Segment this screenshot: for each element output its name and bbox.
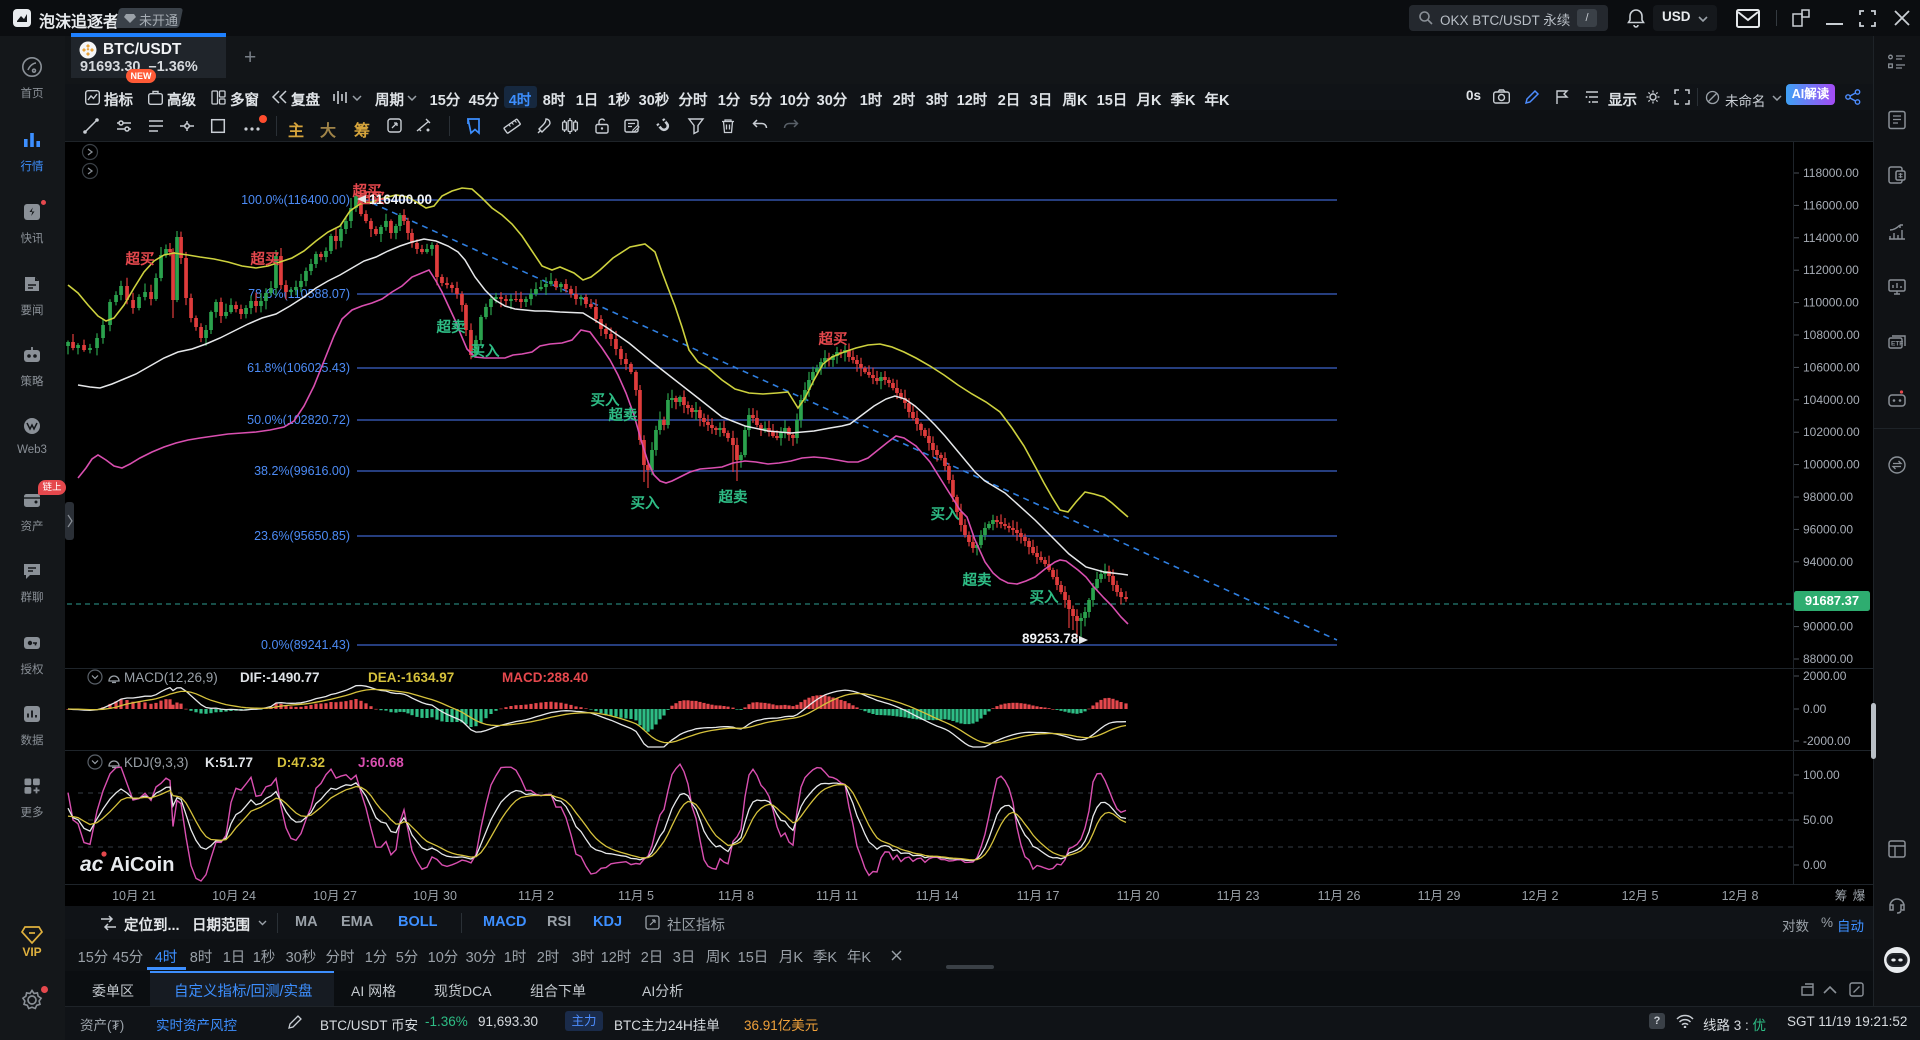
svg-text:超卖: 超卖 <box>718 488 748 506</box>
svg-text:11月 29: 11月 29 <box>1418 889 1461 903</box>
svg-text:K:51.77: K:51.77 <box>205 755 253 770</box>
svg-text:12月 5: 12月 5 <box>1622 889 1659 903</box>
svg-text:89253.78: 89253.78 <box>1022 631 1079 646</box>
svg-text:J:60.68: J:60.68 <box>358 755 404 770</box>
svg-text:11月 5: 11月 5 <box>618 889 654 903</box>
svg-text:筹: 筹 <box>1835 888 1848 903</box>
svg-text:11月 8: 11月 8 <box>718 889 754 903</box>
svg-text:2000.00: 2000.00 <box>1803 669 1847 683</box>
svg-text:11月 2: 11月 2 <box>518 889 554 903</box>
svg-text:88000.00: 88000.00 <box>1803 652 1853 666</box>
svg-text:KDJ(9,3,3): KDJ(9,3,3) <box>124 755 189 770</box>
svg-text:0.00: 0.00 <box>1803 702 1827 716</box>
svg-text:11月 11: 11月 11 <box>816 889 858 903</box>
svg-text:11月 17: 11月 17 <box>1017 889 1060 903</box>
svg-text:超买: 超买 <box>250 250 280 268</box>
svg-text:12月 2: 12月 2 <box>1522 889 1559 903</box>
svg-text:100.0%(116400.00): 100.0%(116400.00) <box>241 193 350 207</box>
svg-text:买入: 买入 <box>1030 589 1059 606</box>
svg-text:MACD(12,26,9): MACD(12,26,9) <box>124 670 218 685</box>
svg-text:100.00: 100.00 <box>1803 768 1840 782</box>
svg-text:DEA:-1634.97: DEA:-1634.97 <box>368 670 454 685</box>
svg-text:110000.00: 110000.00 <box>1803 296 1859 310</box>
svg-text:106000.00: 106000.00 <box>1803 360 1860 374</box>
svg-text:0.00: 0.00 <box>1803 858 1827 872</box>
svg-text:买入: 买入 <box>631 495 660 512</box>
svg-text:10月 27: 10月 27 <box>313 889 357 903</box>
svg-text:D:47.32: D:47.32 <box>277 755 325 770</box>
svg-text:50.00: 50.00 <box>1803 813 1833 827</box>
svg-text:102000.00: 102000.00 <box>1803 425 1860 439</box>
svg-text:11月 14: 11月 14 <box>916 889 959 903</box>
svg-text:超卖: 超卖 <box>436 318 466 336</box>
svg-text:116400.00: 116400.00 <box>369 192 432 207</box>
svg-text:-2000.00: -2000.00 <box>1803 734 1851 748</box>
svg-text:104000.00: 104000.00 <box>1803 393 1860 407</box>
svg-text:10月 21: 10月 21 <box>112 889 156 903</box>
svg-text:96000.00: 96000.00 <box>1803 522 1853 536</box>
svg-text:AiCoin: AiCoin <box>110 854 174 876</box>
svg-text:116000.00: 116000.00 <box>1803 198 1859 212</box>
svg-text:91687.37: 91687.37 <box>1805 593 1859 608</box>
svg-text:超卖: 超卖 <box>962 571 992 589</box>
svg-text:买入: 买入 <box>931 506 960 523</box>
svg-text:78.6%(110588.07): 78.6%(110588.07) <box>248 287 350 301</box>
svg-text:ac: ac <box>80 853 104 876</box>
svg-text:爆: 爆 <box>1853 889 1866 903</box>
svg-text:94000.00: 94000.00 <box>1803 555 1853 569</box>
svg-text:10月 30: 10月 30 <box>413 889 457 903</box>
svg-text:108000.00: 108000.00 <box>1803 328 1860 342</box>
svg-text:112000.00: 112000.00 <box>1803 263 1859 277</box>
svg-text:超买: 超买 <box>818 330 848 348</box>
svg-text:114000.00: 114000.00 <box>1803 231 1859 245</box>
svg-text:买入: 买入 <box>471 343 500 360</box>
svg-text:118000.00: 118000.00 <box>1803 166 1859 180</box>
svg-text:10月 24: 10月 24 <box>212 889 256 903</box>
svg-text:98000.00: 98000.00 <box>1803 490 1853 504</box>
svg-text:90000.00: 90000.00 <box>1803 620 1853 634</box>
svg-text:11月 23: 11月 23 <box>1217 889 1260 903</box>
svg-text:DIF:-1490.77: DIF:-1490.77 <box>240 670 320 685</box>
svg-text:11月 26: 11月 26 <box>1318 889 1361 903</box>
svg-text:11月 20: 11月 20 <box>1117 889 1160 903</box>
svg-text:0.0%(89241.43): 0.0%(89241.43) <box>261 638 350 652</box>
svg-text:61.8%(106025.43): 61.8%(106025.43) <box>247 361 350 375</box>
svg-text:ETF: ETF <box>1891 341 1903 348</box>
svg-text:MACD:288.40: MACD:288.40 <box>502 670 588 685</box>
svg-text:超买: 超买 <box>125 250 155 268</box>
svg-text:买入: 买入 <box>591 392 620 409</box>
svg-text:23.6%(95650.85): 23.6%(95650.85) <box>254 529 350 543</box>
svg-text:100000.00: 100000.00 <box>1803 458 1860 472</box>
svg-text:38.2%(99616.00): 38.2%(99616.00) <box>254 464 350 478</box>
svg-text:12月 8: 12月 8 <box>1722 889 1759 903</box>
